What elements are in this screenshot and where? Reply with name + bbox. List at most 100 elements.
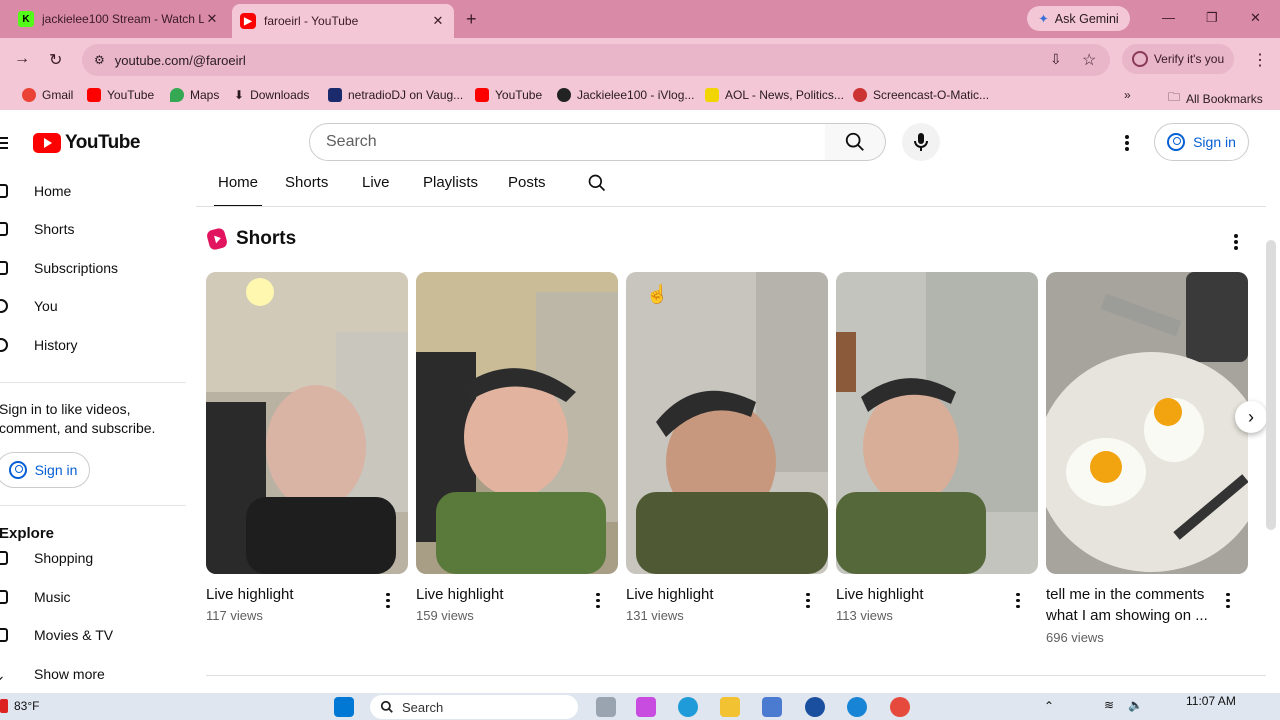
tab-live[interactable]: Live <box>362 174 390 204</box>
search-input[interactable]: Search <box>309 123 826 161</box>
section-divider <box>206 675 1266 676</box>
settings-kebab-icon[interactable] <box>1120 133 1134 153</box>
short-thumbnail[interactable] <box>206 272 408 574</box>
bookmark-jackielee100[interactable]: Jackielee100 - iVlog... <box>557 88 694 102</box>
shelf-menu-icon[interactable] <box>1229 232 1243 252</box>
sidebar-signin-prompt: Sign in to like videos, comment, and sub… <box>0 401 156 436</box>
taskbar-search[interactable]: Search <box>370 695 578 719</box>
wifi-icon[interactable]: ≋ <box>1104 698 1114 712</box>
windows-start-icon[interactable] <box>334 697 354 717</box>
task-view-icon[interactable] <box>596 697 616 717</box>
install-app-icon[interactable]: ⇩ <box>1050 51 1062 68</box>
minimize-icon[interactable]: — <box>1162 10 1175 25</box>
tab-shorts[interactable]: Shorts <box>285 174 328 204</box>
page-scrollbar[interactable] <box>1266 240 1276 530</box>
new-tab-button[interactable]: + <box>466 9 477 30</box>
tray-chevron-up-icon[interactable]: ⌃ <box>1044 699 1054 713</box>
short-menu-icon[interactable] <box>384 590 392 611</box>
channel-search-icon[interactable] <box>587 173 607 198</box>
browser-toolbar: → ↻ ⚙ youtube.com/@faroeirl ⇩ ☆ Verify i… <box>0 38 1280 82</box>
restore-icon[interactable]: ❐ <box>1206 10 1218 26</box>
verify-profile-button[interactable]: Verify it's you <box>1122 44 1234 74</box>
short-title[interactable]: Live highlight <box>626 584 798 605</box>
bookmarks-overflow-icon[interactable]: » <box>1124 88 1131 102</box>
address-bar[interactable]: ⚙ youtube.com/@faroeirl <box>82 44 1110 76</box>
short-views: 113 views <box>836 608 893 623</box>
shelf-next-button[interactable]: › <box>1235 401 1267 433</box>
tab-youtube-faroeirl[interactable]: ▶ faroeirl - YouTube ✕ <box>232 4 454 38</box>
short-thumbnail[interactable] <box>626 272 828 574</box>
short-views: 131 views <box>626 608 684 623</box>
file-explorer-icon[interactable] <box>720 697 740 717</box>
taskbar-clock[interactable]: 11:07 AM <box>1186 694 1236 708</box>
youtube-logo[interactable]: YouTube <box>33 132 140 154</box>
bookmark-star-icon[interactable]: ☆ <box>1082 50 1096 70</box>
bookmark-maps[interactable]: Maps <box>170 88 219 102</box>
short-menu-icon[interactable] <box>804 590 812 611</box>
short-title[interactable]: Live highlight <box>836 584 1008 605</box>
tab-kick-stream[interactable]: K jackielee100 Stream - Watch Li ✕ <box>10 4 228 34</box>
voice-search-button[interactable] <box>902 123 940 161</box>
bookmark-netradiodj[interactable]: netradioDJ on Vaug... <box>328 88 463 102</box>
vaughn-icon <box>328 88 342 102</box>
ivlog-icon <box>557 88 571 102</box>
site-info-icon[interactable]: ⚙ <box>94 53 105 67</box>
reload-icon[interactable]: ↻ <box>49 50 62 70</box>
chevron-right-icon: › <box>1248 406 1254 427</box>
hp-icon[interactable] <box>805 697 825 717</box>
chrome-icon[interactable] <box>890 697 910 717</box>
short-thumbnail[interactable] <box>416 272 618 574</box>
bookmark-aol[interactable]: AOL - News, Politics... <box>705 88 844 102</box>
bookmark-gmail[interactable]: Gmail <box>22 88 73 102</box>
bookmark-downloads[interactable]: ⬇ Downloads <box>234 88 309 102</box>
guide-menu-icon[interactable] <box>0 134 8 152</box>
close-tab-icon[interactable]: ✕ <box>204 11 220 27</box>
store-icon[interactable] <box>762 697 782 717</box>
ask-gemini-button[interactable]: ✦ Ask Gemini <box>1027 6 1130 31</box>
short-title[interactable]: Live highlight <box>416 584 588 605</box>
bookmark-screencast[interactable]: Screencast-O-Matic... <box>853 88 989 102</box>
sidebar-sign-in-button[interactable]: Sign in <box>0 452 90 488</box>
sidebar-item-label: Home <box>34 183 72 199</box>
help-icon[interactable] <box>847 697 867 717</box>
short-thumbnail[interactable] <box>1046 272 1248 574</box>
weather-widget[interactable]: 83°F <box>0 699 39 713</box>
close-tab-icon[interactable]: ✕ <box>430 13 446 29</box>
microphone-icon <box>914 133 928 151</box>
shorts-shelf-title: Shorts <box>236 228 297 249</box>
bookmarks-bar: Gmail YouTube Maps ⬇ Downloads netradioDJ… <box>0 82 1280 110</box>
short-menu-icon[interactable] <box>594 590 602 611</box>
sidebar-item-label: Shorts <box>34 221 75 237</box>
short-menu-icon[interactable] <box>1224 590 1232 611</box>
forward-icon[interactable]: → <box>14 50 30 68</box>
volume-icon[interactable]: 🔈 <box>1128 698 1143 712</box>
short-card[interactable]: Live highlight 113 views <box>836 272 1038 623</box>
browser-menu-icon[interactable]: ⋮ <box>1252 50 1268 70</box>
folder-icon: 🗀 <box>1168 90 1181 104</box>
short-views: 117 views <box>206 608 263 623</box>
short-views: 159 views <box>416 608 474 623</box>
search-button[interactable] <box>825 123 886 161</box>
bookmark-youtube-2[interactable]: YouTube <box>475 88 542 102</box>
short-title[interactable]: Live highlight <box>206 584 378 605</box>
short-menu-icon[interactable] <box>1014 590 1022 611</box>
tab-playlists[interactable]: Playlists <box>423 174 478 204</box>
tab-posts[interactable]: Posts <box>508 174 546 204</box>
short-thumbnail[interactable] <box>836 272 1038 574</box>
edge-icon[interactable] <box>678 697 698 717</box>
close-window-icon[interactable]: ✕ <box>1250 10 1261 26</box>
short-card[interactable]: Live highlight 159 views <box>416 272 618 623</box>
short-title[interactable]: tell me in the comments what I am showin… <box>1046 584 1232 626</box>
copilot-icon[interactable] <box>636 697 656 717</box>
short-card[interactable]: Live highlight 117 views <box>206 272 408 623</box>
all-bookmarks-label: All Bookmarks <box>1186 91 1263 106</box>
sign-in-button[interactable]: Sign in <box>1154 123 1249 161</box>
short-card[interactable]: Live highlight 131 views <box>626 272 828 623</box>
short-card[interactable]: tell me in the comments what I am showin… <box>1046 272 1248 645</box>
mouse-cursor-icon: ☝ <box>646 284 669 304</box>
tab-home[interactable]: Home <box>213 174 263 207</box>
subscriptions-icon <box>0 261 8 275</box>
bookmark-youtube[interactable]: YouTube <box>87 88 154 102</box>
bookmark-label: Screencast-O-Matic... <box>873 88 990 102</box>
all-bookmarks-button[interactable]: 🗀 All Bookmarks <box>1168 88 1263 109</box>
